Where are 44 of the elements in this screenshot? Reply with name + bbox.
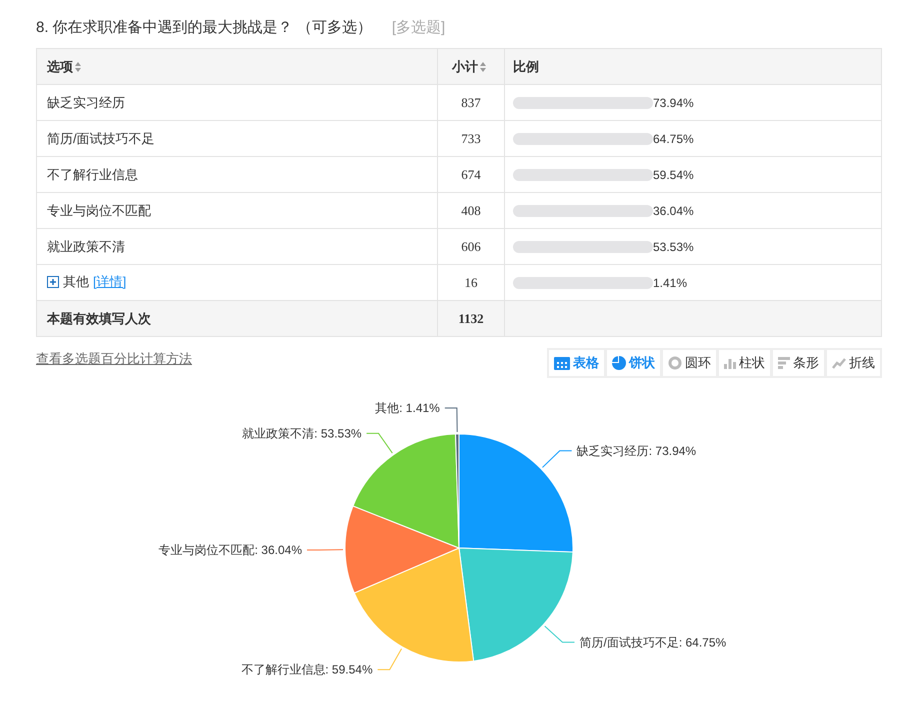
leader-line <box>377 648 402 670</box>
view-toggle[interactable]: 圆环 <box>663 350 716 376</box>
expand-icon[interactable] <box>47 276 59 288</box>
view-toggle[interactable]: 柱状 <box>719 350 770 376</box>
option-label: 不了解行业信息 <box>47 166 138 184</box>
slice-label: 简历/面试技巧不足: 64.75% <box>579 635 726 650</box>
option-label: 专业与岗位不匹配 <box>47 202 151 220</box>
option-label: 其他 <box>63 272 89 291</box>
slice-label: 缺乏实习经历: 73.94% <box>576 444 696 458</box>
count-cell: 408 <box>438 192 504 228</box>
total-count: 1132 <box>438 300 504 336</box>
percent-text: 73.94% <box>653 94 694 112</box>
percent-text: 1.41% <box>653 274 688 292</box>
percent-text: 59.54% <box>653 166 694 184</box>
view-toggle[interactable]: 折线 <box>827 350 880 376</box>
count-cell: 674 <box>438 156 504 192</box>
slice-label: 其他: 1.41% <box>375 401 440 416</box>
slice-label: 就业政策不清: 53.53% <box>242 426 362 440</box>
count-cell: 733 <box>438 120 504 156</box>
method-link[interactable]: 查看多选题百分比计算方法 <box>36 349 192 368</box>
option-label: 缺乏实习经历 <box>47 94 125 112</box>
view-toggle[interactable]: 条形 <box>773 350 824 376</box>
option-label: 就业政策不清 <box>47 238 125 256</box>
leader-line <box>366 432 393 454</box>
count-cell: 606 <box>438 228 504 264</box>
leader-line <box>544 626 575 643</box>
leader-line <box>444 408 458 433</box>
slice-label: 专业与岗位不匹配: 36.04% <box>158 543 302 557</box>
slice-label: 不了解行业信息: 59.54% <box>241 662 373 677</box>
column-header[interactable]: 小计 <box>438 48 504 84</box>
percent-text: 64.75% <box>653 130 694 148</box>
percent-text: 36.04% <box>653 202 694 220</box>
column-header: 比例 <box>504 48 882 84</box>
column-header[interactable]: 选项 <box>36 48 438 84</box>
leader-line <box>306 549 344 550</box>
total-label: 本题有效填写人次 <box>36 300 438 336</box>
leader-line <box>542 450 572 468</box>
sort-icon[interactable] <box>480 62 486 72</box>
sort-icon[interactable] <box>75 62 81 72</box>
question-title: 8. 你在求职准备中遇到的最大挑战是？ （可多选） <box>36 18 372 38</box>
percent-text: 53.53% <box>653 238 694 256</box>
count-cell: 837 <box>438 84 504 120</box>
question-type-tag: [多选题] <box>392 16 446 40</box>
option-label: 简历/面试技巧不足 <box>47 130 155 148</box>
